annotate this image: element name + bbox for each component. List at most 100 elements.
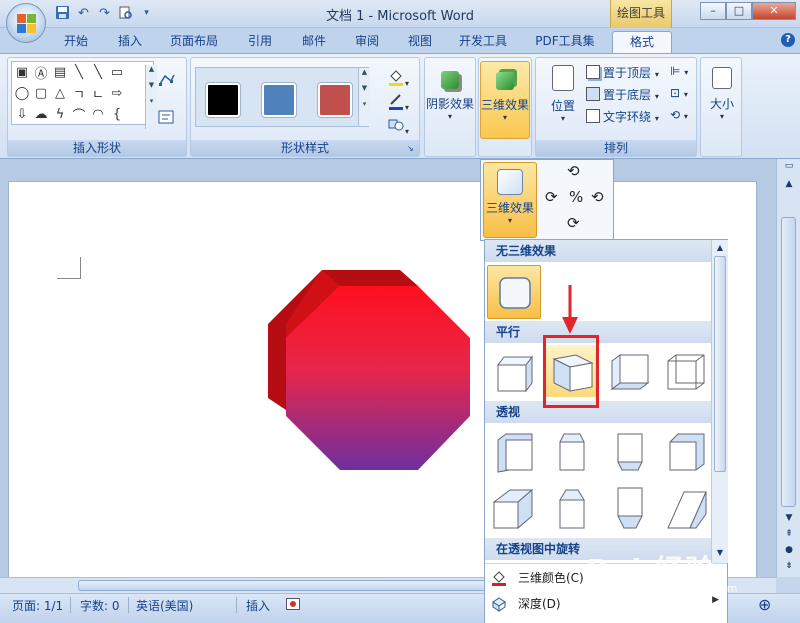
tab-review[interactable]: 审阅: [345, 31, 389, 53]
down-arrow-shape-icon[interactable]: ⇩: [14, 107, 30, 122]
textbox-shape-icon[interactable]: ▣: [14, 65, 30, 80]
tilt-up-icon[interactable]: ⟲: [567, 162, 580, 180]
perspective-option-7[interactable]: [604, 482, 656, 534]
style-swatch-blue[interactable]: [262, 83, 296, 117]
scroll-up-icon[interactable]: ▲: [782, 179, 796, 191]
help-icon[interactable]: ?: [781, 33, 795, 47]
shadow-effects-icon: [441, 71, 459, 89]
cube-perspective-icon: [667, 491, 707, 529]
status-language[interactable]: 英语(美国): [136, 597, 193, 614]
change-shape-icon[interactable]: ▾: [387, 116, 409, 137]
tilt-down-icon[interactable]: ⟳: [567, 214, 580, 232]
status-insert-mode[interactable]: 插入: [246, 597, 270, 614]
shape-styles-dialog-launcher-icon[interactable]: ↘: [407, 144, 417, 154]
vertical-scrollbar[interactable]: ▭ ▲ ▼ ⇞ ● ⇟: [776, 159, 800, 577]
cloud-shape-icon[interactable]: ☁: [33, 107, 49, 122]
tab-format[interactable]: 格式: [612, 31, 672, 53]
line-shape-icon[interactable]: ╲: [71, 65, 87, 80]
tilt-right-icon[interactable]: ⟲: [591, 188, 604, 206]
tab-view[interactable]: 视图: [398, 31, 442, 53]
minimize-button[interactable]: –: [700, 2, 726, 20]
tilt-left-icon[interactable]: ⟳: [545, 188, 558, 206]
rounded-rect-shape-icon[interactable]: ▢: [33, 86, 49, 101]
office-button[interactable]: [6, 3, 46, 43]
close-button[interactable]: ✕: [752, 2, 796, 20]
scroll-down-icon[interactable]: ▼: [782, 513, 796, 525]
group-arrange: 位置 ▾ 置于顶层 ▾ 置于底层 ▾ 文字环绕 ▾ ⊫ ▾ ⊡ ▾ ⟲ ▾ 排列: [535, 57, 697, 157]
position-button[interactable]: 位置 ▾: [538, 61, 588, 139]
maximize-button[interactable]: □: [726, 2, 752, 20]
wrap-text-button[interactable]: 文字环绕 ▾: [586, 108, 659, 125]
perspective-option-5[interactable]: [488, 482, 540, 534]
gallery-scroll-down-icon[interactable]: ▼: [715, 548, 725, 558]
tab-home[interactable]: 开始: [54, 31, 98, 53]
perspective-option-2[interactable]: [546, 426, 598, 478]
previous-page-icon[interactable]: ⇞: [782, 529, 796, 541]
line2-shape-icon[interactable]: ╲: [90, 65, 106, 80]
status-word-count[interactable]: 字数: 0: [80, 597, 120, 614]
rotate-icon[interactable]: ⟲ ▾: [670, 108, 688, 122]
bring-to-front-button[interactable]: 置于顶层 ▾: [586, 64, 659, 81]
lightning-shape-icon[interactable]: ϟ: [52, 107, 68, 122]
textbox-a-shape-icon[interactable]: Ⓐ: [33, 63, 49, 82]
brace-shape-icon[interactable]: {: [109, 107, 125, 122]
gallery-scroll-up-icon[interactable]: ▲: [715, 243, 725, 253]
elbow-connector-icon[interactable]: ㄱ: [71, 84, 87, 103]
parallel-oblique-wireframe[interactable]: [660, 345, 712, 397]
horizontal-scroll-thumb[interactable]: [78, 580, 528, 591]
zoom-in-icon[interactable]: ⊕: [758, 595, 771, 614]
gallery-scroll-thumb[interactable]: [714, 256, 726, 472]
styles-gallery-scroll[interactable]: ▲ ▼ ▾: [358, 68, 370, 126]
tab-pdf-tools[interactable]: PDF工具集: [528, 31, 602, 53]
3d-effects-ribbon-button[interactable]: 三维效果 ▾: [480, 61, 530, 139]
tab-insert[interactable]: 插入: [108, 31, 152, 53]
shape-fill-icon[interactable]: ▾: [387, 68, 409, 89]
send-to-back-button[interactable]: 置于底层 ▾: [586, 86, 659, 103]
tab-developer[interactable]: 开发工具: [452, 31, 514, 53]
no-3d-effect-option[interactable]: [487, 265, 541, 319]
style-swatch-red[interactable]: [318, 83, 352, 117]
macro-record-icon[interactable]: [286, 598, 300, 613]
perspective-option-6[interactable]: [546, 482, 598, 534]
shape-styles-gallery[interactable]: ▲ ▼ ▾: [195, 67, 370, 127]
tab-references[interactable]: 引用: [238, 31, 282, 53]
3d-effects-dropdown-button[interactable]: 三维效果 ▾: [483, 162, 537, 238]
tab-mailings[interactable]: 邮件: [292, 31, 336, 53]
ruler-toggle-icon[interactable]: ▭: [782, 161, 796, 173]
arc-shape-icon[interactable]: ◠: [90, 107, 106, 122]
gallery-scrollbar[interactable]: ▲ ▼: [711, 240, 728, 563]
oval-shape-icon[interactable]: ◯: [14, 86, 30, 101]
perspective-option-8[interactable]: [660, 482, 712, 534]
perspective-option-1[interactable]: [488, 426, 540, 478]
shadow-effects-button[interactable]: 阴影效果 ▾: [425, 61, 475, 139]
elbow2-connector-icon[interactable]: ㄴ: [90, 84, 106, 103]
page-margin-corner-mark: [57, 257, 81, 279]
depth-icon: [491, 596, 506, 612]
shapes-gallery[interactable]: ▣ Ⓐ ▤ ╲ ╲ ▭ ◯ ▢ △ ㄱㄴ ⇨ ⇩ ☁ ϟ ⌒ ◠{ ▲ ▼ ▾: [11, 61, 157, 129]
next-page-icon[interactable]: ⇟: [782, 561, 796, 573]
perspective-option-3[interactable]: [604, 426, 656, 478]
edit-shape-icon[interactable]: [158, 72, 176, 91]
group-label-shape-styles: 形状样式: [191, 140, 419, 156]
select-browse-object-icon[interactable]: ●: [782, 545, 796, 557]
size-button[interactable]: 大小 ▾: [697, 61, 747, 139]
status-page[interactable]: 页面: 1/1: [12, 597, 63, 614]
triangle-shape-icon[interactable]: △: [52, 86, 68, 101]
3d-on-off-icon[interactable]: %: [569, 188, 583, 206]
right-arrow-shape-icon[interactable]: ⇨: [109, 86, 125, 101]
shape-outline-icon[interactable]: ▾: [387, 92, 409, 113]
group-objects-icon[interactable]: ⊡ ▾: [670, 86, 688, 100]
octagon-3d-shape[interactable]: [268, 270, 473, 475]
rect-shape-icon[interactable]: ▭: [109, 65, 125, 80]
draw-textbox-icon[interactable]: [158, 110, 174, 127]
parallel-oblique-top-left[interactable]: [488, 345, 540, 397]
vertical-textbox-icon[interactable]: ▤: [52, 65, 68, 80]
parallel-oblique-bottom[interactable]: [604, 345, 656, 397]
shapes-gallery-scroll[interactable]: ▲ ▼ ▾: [145, 65, 157, 129]
vertical-scroll-thumb[interactable]: [781, 217, 796, 507]
tab-page-layout[interactable]: 页面布局: [165, 31, 223, 53]
curve-shape-icon[interactable]: ⌒: [71, 105, 87, 124]
perspective-option-4[interactable]: [660, 426, 712, 478]
align-icon[interactable]: ⊫ ▾: [670, 64, 688, 78]
style-swatch-black[interactable]: [206, 83, 240, 117]
